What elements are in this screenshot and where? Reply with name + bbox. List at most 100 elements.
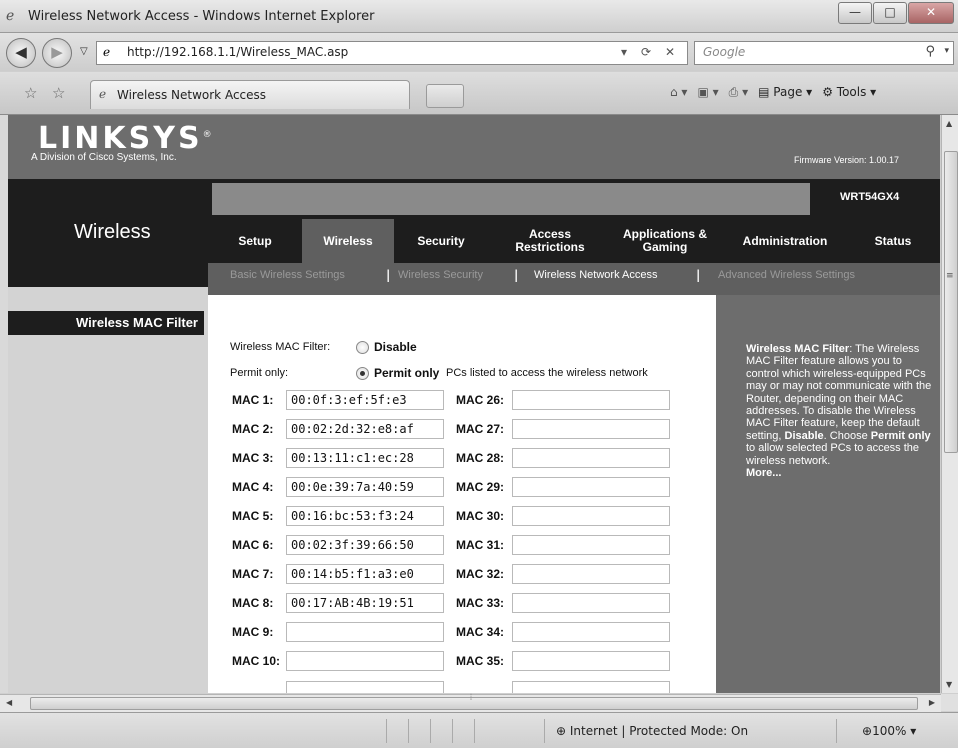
- submenu-advanced-wireless-settings[interactable]: Advanced Wireless Settings: [718, 269, 855, 281]
- disable-radio[interactable]: [356, 341, 369, 354]
- mac-input[interactable]: 00:14:b5:f1:a3:e0: [286, 564, 444, 584]
- scrollbar-corner: [941, 694, 958, 711]
- permit-description: PCs listed to access the wireless networ…: [446, 367, 648, 379]
- help-more-link[interactable]: More...: [746, 467, 781, 479]
- filter-label: Wireless MAC Filter:: [230, 341, 331, 353]
- vertical-scroll-thumb[interactable]: [944, 151, 958, 453]
- mac-input[interactable]: 00:02:3f:39:66:50: [286, 535, 444, 555]
- mac-input[interactable]: [512, 593, 670, 613]
- tab-status[interactable]: Status: [856, 219, 930, 263]
- permit-prefix-label: Permit only:: [230, 367, 289, 379]
- back-arrow-icon: ◀: [15, 43, 27, 61]
- linksys-logo: LINKSYS®: [38, 121, 212, 156]
- home-icon[interactable]: ⌂ ▾: [670, 85, 687, 100]
- close-button[interactable]: ✕: [908, 2, 954, 24]
- tab-setup[interactable]: Setup: [208, 219, 302, 263]
- search-input[interactable]: Google ⚲ ▾: [694, 41, 954, 65]
- mac-label: MAC 28:: [456, 451, 505, 465]
- mac-input[interactable]: [512, 622, 670, 642]
- tab-wireless-network-access[interactable]: ℯ Wireless Network Access: [90, 80, 410, 109]
- section-title: Wireless: [74, 221, 151, 243]
- logo-subtitle: A Division of Cisco Systems, Inc.: [31, 152, 177, 163]
- new-tab-button[interactable]: [426, 84, 464, 108]
- mac-input[interactable]: [512, 390, 670, 410]
- mac-label: MAC 32:: [456, 567, 505, 581]
- refresh-icon[interactable]: ⟳: [641, 45, 651, 59]
- stop-icon[interactable]: ✕: [665, 45, 675, 59]
- zoom-level[interactable]: ⊕100% ▾: [862, 724, 916, 738]
- mac-input[interactable]: [512, 477, 670, 497]
- mac-input-partial[interactable]: [286, 681, 444, 693]
- scroll-up-icon[interactable]: ▲: [946, 119, 952, 128]
- mac-input[interactable]: 00:02:2d:32:e8:af: [286, 419, 444, 439]
- mac-input[interactable]: 00:13:11:c1:ec:28: [286, 448, 444, 468]
- search-dropdown-icon[interactable]: ▾: [944, 46, 949, 56]
- mac-filter-form: Wireless MAC Filter: Disable Permit only…: [208, 295, 716, 693]
- tab-applications-gaming[interactable]: Applications & Gaming: [610, 219, 720, 263]
- disable-label: Disable: [374, 340, 417, 354]
- zoom-icon: ⊕: [862, 724, 873, 738]
- minimize-button[interactable]: —: [838, 2, 872, 24]
- maximize-button[interactable]: □: [873, 2, 907, 24]
- mac-input[interactable]: [512, 448, 670, 468]
- search-icon[interactable]: ⚲: [925, 44, 935, 59]
- horizontal-scrollbar[interactable]: ◀ ⦙ ▶: [0, 693, 941, 712]
- mac-input[interactable]: [286, 622, 444, 642]
- ie-logo-icon: ℯ: [6, 8, 15, 24]
- submenu-wireless-security[interactable]: Wireless Security: [398, 269, 483, 281]
- mac-label: MAC 34:: [456, 625, 505, 639]
- firmware-version: Firmware Version: 1.00.17: [794, 155, 900, 165]
- mac-input[interactable]: [512, 535, 670, 555]
- mac-input[interactable]: 00:0e:39:7a:40:59: [286, 477, 444, 497]
- scroll-down-icon[interactable]: ▼: [946, 680, 952, 689]
- print-icon[interactable]: ⎙ ▾: [729, 85, 748, 100]
- address-bar[interactable]: ℯ http://192.168.1.1/Wireless_MAC.asp ▾ …: [96, 41, 688, 65]
- tools-menu[interactable]: ⚙ Tools ▾: [822, 85, 876, 100]
- status-bar: ⊕ Internet | Protected Mode: On ⊕100% ▾: [0, 712, 958, 748]
- mac-input[interactable]: [512, 564, 670, 584]
- history-dropdown-icon[interactable]: ▽: [80, 46, 88, 57]
- page-header: LINKSYS® A Division of Cisco Systems, In…: [8, 115, 940, 179]
- scroll-left-icon[interactable]: ◀: [6, 698, 12, 707]
- address-bar-row: ◀ ▶ ▽ ℯ http://192.168.1.1/Wireless_MAC.…: [0, 33, 958, 71]
- scroll-right-icon[interactable]: ▶: [929, 698, 935, 707]
- page-menu-icon: ▤: [758, 85, 770, 99]
- tab-wireless[interactable]: Wireless: [302, 219, 394, 263]
- horizontal-scroll-thumb[interactable]: [30, 697, 918, 710]
- forward-button[interactable]: ▶: [42, 38, 72, 68]
- url-dropdown-icon[interactable]: ▾: [621, 45, 627, 59]
- back-button[interactable]: ◀: [6, 38, 36, 68]
- feeds-icon[interactable]: ▣ ▾: [697, 85, 718, 100]
- submenu-separator: |: [386, 268, 391, 282]
- mac-label: MAC 29:: [456, 480, 505, 494]
- permit-only-radio[interactable]: [356, 367, 369, 380]
- url-text[interactable]: http://192.168.1.1/Wireless_MAC.asp: [127, 45, 348, 59]
- add-favorites-icon[interactable]: ☆: [52, 84, 65, 102]
- mac-input[interactable]: 00:17:AB:4B:19:51: [286, 593, 444, 613]
- mac-input[interactable]: [512, 506, 670, 526]
- mac-label: MAC 2:: [232, 422, 274, 436]
- content-top-band: [208, 287, 940, 295]
- vertical-scrollbar[interactable]: ▲ ≡ ▼: [941, 115, 958, 693]
- mac-input[interactable]: [286, 651, 444, 671]
- submenu-separator: |: [696, 268, 701, 282]
- tab-access-restrictions[interactable]: Access Restrictions: [502, 219, 598, 263]
- tab-administration[interactable]: Administration: [728, 219, 842, 263]
- scroll-grip-icon: ≡: [946, 271, 954, 281]
- submenu-wireless-network-access[interactable]: Wireless Network Access: [534, 269, 657, 281]
- security-zone[interactable]: ⊕ Internet | Protected Mode: On: [556, 724, 748, 738]
- mac-input[interactable]: [512, 651, 670, 671]
- permit-only-label: Permit only: [374, 366, 440, 380]
- mac-label: MAC 6:: [232, 538, 274, 552]
- submenu-basic-wireless-settings[interactable]: Basic Wireless Settings: [230, 269, 345, 281]
- mac-input[interactable]: 00:0f:3:ef:5f:e3: [286, 390, 444, 410]
- favorites-star-icon[interactable]: ☆: [24, 84, 37, 102]
- page-menu[interactable]: ▤ Page ▾: [758, 85, 812, 100]
- mac-label: MAC 4:: [232, 480, 274, 494]
- page-viewport: LINKSYS® A Division of Cisco Systems, In…: [8, 115, 940, 693]
- mac-label: MAC 7:: [232, 567, 274, 581]
- mac-input-partial[interactable]: [512, 681, 670, 693]
- mac-input[interactable]: [512, 419, 670, 439]
- mac-input[interactable]: 00:16:bc:53:f3:24: [286, 506, 444, 526]
- tab-security[interactable]: Security: [394, 219, 488, 263]
